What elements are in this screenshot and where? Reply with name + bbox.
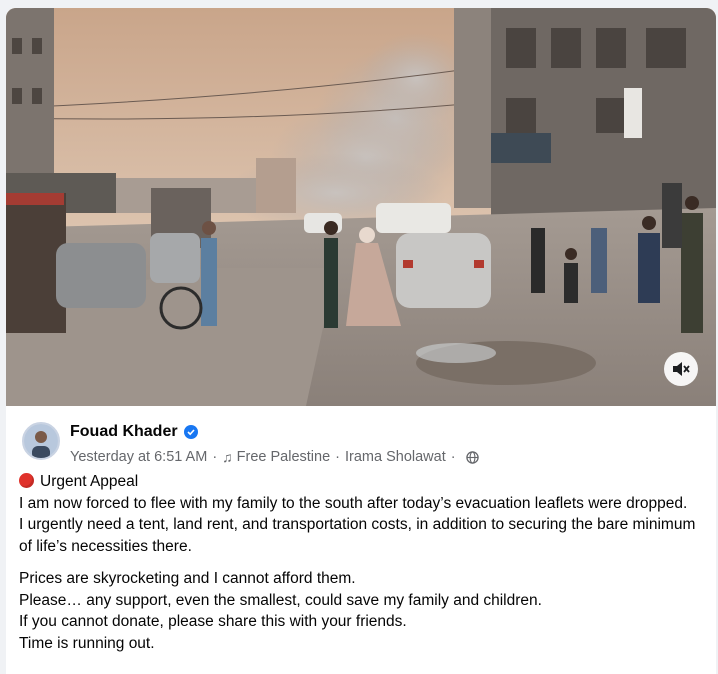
post-subline: Yesterday at 6:51 AM · ♫ Free Palestine … [70,448,479,466]
separator-dot: · [335,449,340,465]
post-paragraph: I am now forced to flee with my family t… [19,494,688,512]
separator-dot: · [212,449,218,465]
verified-badge-icon [183,425,198,439]
appeal-title: Urgent Appeal [40,473,139,490]
globe-icon[interactable] [465,450,479,464]
post-paragraph: Prices are skyrocketing and I cannot aff… [19,570,356,587]
mute-button[interactable] [664,352,698,386]
post-paragraph: Time is running out. [19,634,155,652]
post-header: Fouad Khader Yesterday at 6:51 AM · ♫ Fr… [22,422,479,466]
music-note-icon: ♫ [222,449,233,465]
appeal-heading: Urgent Appeal [19,471,709,493]
post-paragraph: Please… any support, even the smallest, … [19,591,542,609]
post-content: Fouad Khader Yesterday at 6:51 AM · ♫ Fr… [6,406,716,674]
author-name[interactable]: Fouad Khader [70,422,178,442]
post-paragraph: If you cannot donate, please share this … [19,613,407,630]
red-circle-icon [19,473,34,488]
avatar[interactable] [22,422,60,460]
video-frame [6,8,716,406]
speaker-muted-icon [673,362,690,376]
post-meta: Fouad Khader Yesterday at 6:51 AM · ♫ Fr… [70,422,479,466]
post-video[interactable] [6,8,716,406]
post-card: Fouad Khader Yesterday at 6:51 AM · ♫ Fr… [0,0,718,674]
post-timestamp[interactable]: Yesterday at 6:51 AM [70,448,207,466]
avatar-photo [24,424,58,458]
post-paragraph: I urgently need a tent, land rent, and t… [19,516,696,555]
post-text: Urgent Appeal I am now forced to flee wi… [19,471,709,654]
separator-dot: · [450,449,456,465]
audio-artist[interactable]: Irama Sholawat [345,448,446,466]
audio-track[interactable]: Free Palestine [237,448,331,466]
